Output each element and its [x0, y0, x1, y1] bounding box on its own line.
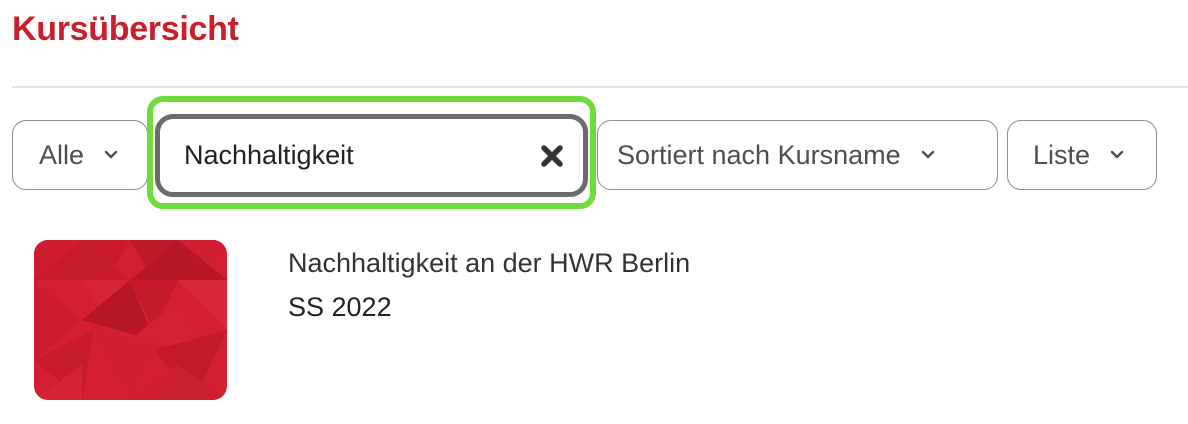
sort-dropdown[interactable]: Sortiert nach Kursname	[597, 120, 998, 190]
course-term: SS 2022	[288, 292, 392, 322]
grouping-dropdown[interactable]: Alle	[12, 120, 148, 190]
course-overview-page: Kursübersicht Alle Sortiert nach Kursnam…	[0, 0, 1188, 424]
close-icon	[540, 144, 563, 167]
clear-search-button[interactable]	[538, 132, 565, 180]
chevron-down-icon	[104, 150, 118, 160]
course-image[interactable]	[34, 240, 227, 400]
view-dropdown[interactable]: Liste	[1007, 120, 1157, 190]
search-field[interactable]	[155, 114, 588, 197]
header-divider	[12, 86, 1188, 88]
chevron-down-icon	[1110, 150, 1124, 160]
course-list-item[interactable]: Nachhaltigkeit an der HWR Berlin SS 2022	[34, 240, 1154, 402]
sort-dropdown-label: Sortiert nach Kursname	[617, 139, 901, 170]
grouping-dropdown-label: Alle	[39, 139, 85, 170]
view-dropdown-label: Liste	[1033, 139, 1091, 170]
course-name-link[interactable]: Nachhaltigkeit an der HWR Berlin	[288, 248, 690, 279]
chevron-down-icon	[921, 150, 935, 160]
search-input[interactable]	[160, 119, 538, 192]
page-title: Kursübersicht	[12, 10, 239, 48]
